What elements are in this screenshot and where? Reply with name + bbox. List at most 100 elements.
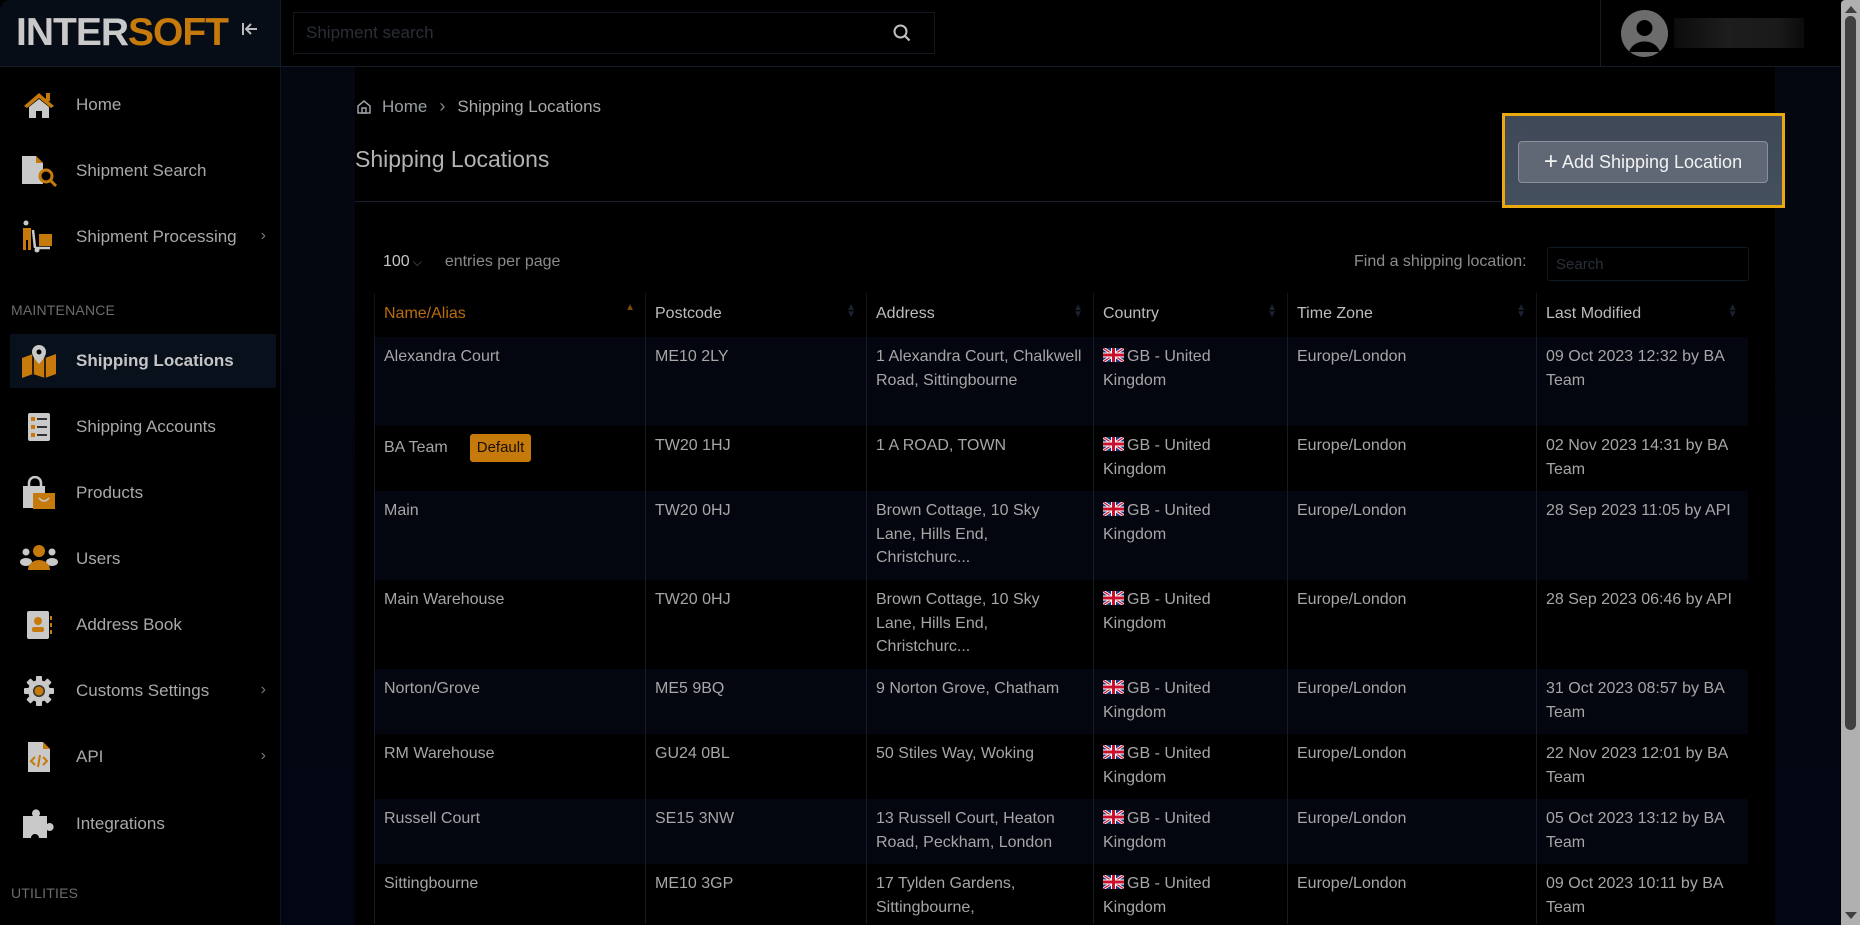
- cell-last-modified: 28 Sep 2023 11:05 by API: [1536, 491, 1748, 580]
- find-location-input[interactable]: [1547, 247, 1749, 281]
- cell-last-modified: 28 Sep 2023 06:46 by API: [1536, 580, 1748, 669]
- cell-country: GB - United Kingdom: [1093, 734, 1288, 799]
- sidebar-item-shipping-accounts[interactable]: Shipping Accounts: [10, 400, 276, 454]
- sidebar-item-shipment-processing[interactable]: Shipment Processing ›: [10, 210, 276, 264]
- column-header-address[interactable]: Address ▲ ▼: [866, 293, 1094, 337]
- cell-time-zone: Europe/London: [1287, 426, 1537, 491]
- document-search-icon: [20, 154, 58, 188]
- logo-bar: INTERSOFT: [0, 0, 281, 67]
- table-row[interactable]: BA Team Default TW20 1HJ 1 A ROAD, TOWN GB -…: [374, 426, 1748, 491]
- shipment-search-input[interactable]: [294, 13, 874, 53]
- cell-name: Main Warehouse: [374, 580, 646, 669]
- cell-country: GB - United Kingdom: [1093, 426, 1288, 491]
- cell-name: BA Team Default: [374, 426, 646, 491]
- cell-name: RM Warehouse: [374, 734, 646, 799]
- column-header-postcode[interactable]: Postcode ▲ ▼: [645, 293, 867, 337]
- cell-postcode: ME5 9BQ: [645, 669, 867, 734]
- page-scrollbar[interactable]: [1841, 0, 1860, 925]
- entries-per-page-select[interactable]: 100 ⌵: [383, 253, 422, 271]
- cell-last-modified: 22 Nov 2023 12:01 by BA Team: [1536, 734, 1748, 799]
- table-row[interactable]: RM Warehouse GU24 0BL 50 Stiles Way, Wokin…: [374, 734, 1748, 799]
- table-row[interactable]: Main TW20 0HJ Brown Cottage, 10 Sky Lane, …: [374, 491, 1748, 580]
- sort-icon: ▲ ▼: [1727, 302, 1738, 320]
- cell-postcode: GU24 0BL: [645, 734, 867, 799]
- scrollbar-thumb[interactable]: [1845, 16, 1856, 730]
- add-shipping-location-label: Add Shipping Location: [1561, 151, 1743, 172]
- sidebar: INTERSOFT Home Shipment Search Shipment …: [0, 0, 281, 925]
- scroll-up-arrow-icon[interactable]: [1845, 6, 1857, 13]
- page-title: Shipping Locations: [355, 146, 550, 172]
- cell-time-zone: Europe/London: [1287, 491, 1537, 580]
- sidebar-item-shipment-search[interactable]: Shipment Search: [10, 144, 276, 198]
- home-outline-icon: [357, 99, 371, 114]
- cell-name: Alexandra Court: [374, 337, 646, 426]
- sidebar-item-integrations[interactable]: Integrations: [10, 797, 276, 851]
- cell-name: Norton/Grove: [374, 669, 646, 734]
- shopping-bag-icon: [20, 476, 58, 510]
- sidebar-item-api[interactable]: API ›: [10, 730, 276, 784]
- search-icon[interactable]: [892, 23, 912, 43]
- add-shipping-location-button[interactable]: + Add Shipping Location: [1518, 141, 1768, 183]
- breadcrumb-home-link[interactable]: Home: [382, 97, 427, 117]
- cell-country: GB - United Kingdom: [1093, 580, 1288, 669]
- sidebar-item-address-book[interactable]: Address Book: [10, 598, 276, 652]
- default-badge: Default: [469, 434, 532, 462]
- cell-address: 13 Russell Court, Heaton Road, Peckham, …: [866, 799, 1094, 864]
- user-name[interactable]: [1674, 18, 1804, 48]
- scroll-down-arrow-icon[interactable]: [1845, 912, 1857, 919]
- cell-address: Brown Cottage, 10 Sky Lane, Hills End, C…: [866, 491, 1094, 580]
- gear-icon: [20, 674, 58, 708]
- breadcrumb-current: Shipping Locations: [457, 96, 602, 116]
- sidebar-item-customs-settings[interactable]: Customs Settings ›: [10, 664, 276, 718]
- collapse-sidebar-button[interactable]: [238, 20, 262, 44]
- sidebar-item-users[interactable]: Users: [10, 532, 276, 586]
- uk-flag-icon: [1103, 680, 1124, 694]
- sidebar-item-shipping-locations[interactable]: Shipping Locations: [10, 334, 276, 388]
- table-row[interactable]: Sittingbourne ME10 3GP 17 Tylden Gardens, …: [374, 864, 1748, 924]
- cell-address: Brown Cottage, 10 Sky Lane, Hills End, C…: [866, 580, 1094, 669]
- cell-postcode: TW20 0HJ: [645, 580, 867, 669]
- table-row[interactable]: Main Warehouse TW20 0HJ Brown Cottage, 10 …: [374, 580, 1748, 669]
- column-header-time-zone[interactable]: Time Zone ▲ ▼: [1287, 293, 1537, 337]
- shipping-locations-table: Name/Alias ▲ Postcode ▲ ▼ Address ▲ ▼ Country…: [374, 293, 1748, 924]
- section-label-maintenance: MAINTENANCE: [11, 302, 116, 318]
- chevron-right-icon: ›: [260, 681, 266, 698]
- column-header-country[interactable]: Country ▲ ▼: [1093, 293, 1288, 337]
- table-row[interactable]: Russell Court SE15 3NW 13 Russell Court, H…: [374, 799, 1748, 864]
- cell-postcode: SE15 3NW: [645, 799, 867, 864]
- top-bar: [281, 0, 1840, 67]
- table-row[interactable]: Norton/Grove ME5 9BQ 9 Norton Grove, Chath…: [374, 669, 1748, 734]
- uk-flag-icon: [1103, 437, 1124, 451]
- cell-postcode: ME10 2LY: [645, 337, 867, 426]
- sidebar-item-home[interactable]: Home: [10, 78, 276, 132]
- column-header-name[interactable]: Name/Alias ▲: [374, 293, 646, 337]
- chevron-right-icon: ›: [260, 747, 266, 764]
- cell-time-zone: Europe/London: [1287, 734, 1537, 799]
- list-icon: [20, 410, 58, 444]
- cell-address: 1 A ROAD, TOWN: [866, 426, 1094, 491]
- user-avatar[interactable]: [1621, 10, 1668, 57]
- puzzle-icon: [20, 807, 58, 841]
- cell-time-zone: Europe/London: [1287, 669, 1537, 734]
- shipment-search-box: [293, 12, 935, 54]
- breadcrumb: Home › Shipping Locations: [356, 96, 601, 117]
- cell-postcode: TW20 0HJ: [645, 491, 867, 580]
- intersoft-logo[interactable]: INTERSOFT: [16, 12, 229, 54]
- table-row[interactable]: Alexandra Court ME10 2LY 1 Alexandra Court…: [374, 337, 1748, 426]
- user-icon: [1629, 20, 1660, 52]
- sort-ascending-icon: ▲: [625, 302, 635, 313]
- cell-last-modified: 31 Oct 2023 08:57 by BA Team: [1536, 669, 1748, 734]
- cell-time-zone: Europe/London: [1287, 799, 1537, 864]
- users-icon: [20, 542, 58, 576]
- entries-per-page: 100 ⌵ entries per page: [383, 253, 560, 271]
- entries-per-page-label: entries per page: [444, 253, 561, 270]
- cell-name: Main: [374, 491, 646, 580]
- sort-icon: ▲ ▼: [1267, 302, 1277, 320]
- map-pin-icon: [20, 344, 58, 378]
- column-header-last-modified[interactable]: Last Modified ▲ ▼: [1536, 293, 1748, 337]
- cell-time-zone: Europe/London: [1287, 864, 1537, 924]
- chevron-down-icon: ⌵: [412, 254, 422, 269]
- sidebar-item-products[interactable]: Products: [10, 466, 276, 520]
- find-location-label: Find a shipping location:: [1354, 253, 1527, 270]
- cell-last-modified: 02 Nov 2023 14:31 by BA Team: [1536, 426, 1748, 491]
